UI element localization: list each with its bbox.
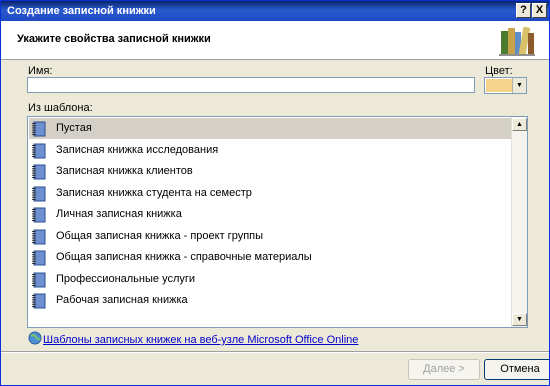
name-input[interactable] — [27, 77, 475, 93]
footer-separator — [1, 351, 549, 353]
online-templates-link[interactable]: Шаблоны записных книжек на веб-узле Micr… — [43, 334, 358, 346]
template-list-item-label: Записная книжка студента на семестр — [56, 186, 252, 199]
color-swatch — [486, 79, 512, 92]
color-picker[interactable]: ▼ — [484, 77, 527, 94]
globe-link-icon — [28, 331, 42, 345]
template-list-item[interactable]: Рабочая записная книжка — [29, 290, 512, 311]
scroll-up-icon[interactable]: ▲ — [512, 118, 527, 131]
scroll-down-icon[interactable]: ▼ — [512, 313, 527, 326]
chevron-down-icon[interactable]: ▼ — [512, 78, 526, 93]
template-list-item[interactable]: Общая записная книжка - справочные матер… — [29, 247, 512, 268]
template-list[interactable]: Пустая Записная книжка исследования Записн… — [27, 116, 528, 328]
template-list-item-label: Общая записная книжка - проект группы — [56, 229, 264, 242]
header-title: Укажите свойства записной книжки — [17, 33, 211, 45]
window-title: Создание записной книжки — [7, 5, 156, 17]
next-button[interactable]: Далее > — [408, 359, 480, 380]
template-list-item[interactable]: Пустая — [29, 118, 512, 139]
title-bar[interactable]: Создание записной книжки ? X — [1, 1, 549, 21]
color-label: Цвет: — [485, 65, 513, 77]
template-list-scrollbar[interactable]: ▲ ▼ — [511, 117, 527, 327]
create-notebook-dialog: Создание записной книжки ? X Укажите сво… — [0, 0, 550, 386]
notebook-icon — [32, 143, 46, 158]
template-list-item[interactable]: Записная книжка клиентов — [29, 161, 512, 182]
template-list-item[interactable]: Профессиональные услуги — [29, 269, 512, 290]
notebook-icon — [32, 250, 46, 266]
dialog-header: Укажите свойства записной книжки — [1, 21, 549, 60]
notebook-icon — [32, 207, 46, 223]
help-button[interactable]: ? — [516, 3, 531, 18]
template-list-item[interactable]: Личная записная книжка — [29, 204, 512, 225]
template-list-item-label: Профессиональные услуги — [56, 272, 196, 285]
template-list-item-label: Личная записная книжка — [56, 208, 182, 220]
template-list-item[interactable]: Общая записная книжка - проект группы — [29, 226, 512, 247]
template-list-item[interactable]: Записная книжка исследования — [29, 140, 512, 161]
template-list-item[interactable]: Записная книжка студента на семестр — [29, 183, 512, 204]
notebook-icon — [32, 229, 46, 244]
template-list-item-label: Пустая — [56, 122, 92, 134]
close-button[interactable]: X — [532, 3, 547, 18]
name-label: Имя: — [28, 65, 53, 77]
template-label: Из шаблона: — [28, 102, 93, 114]
template-list-item-label: Записная книжка клиентов — [56, 165, 193, 177]
notebook-icon — [32, 186, 46, 201]
notebook-icon — [32, 272, 46, 287]
books-header-icon — [499, 26, 535, 56]
template-list-item-label: Записная книжка исследования — [56, 143, 219, 156]
notebook-icon — [32, 293, 46, 309]
cancel-button[interactable]: Отмена — [484, 359, 549, 380]
template-list-item-label: Рабочая записная книжка — [56, 294, 188, 306]
notebook-icon — [32, 121, 46, 137]
notebook-icon — [32, 164, 46, 180]
template-list-item-label: Общая записная книжка - справочные матер… — [56, 251, 312, 263]
